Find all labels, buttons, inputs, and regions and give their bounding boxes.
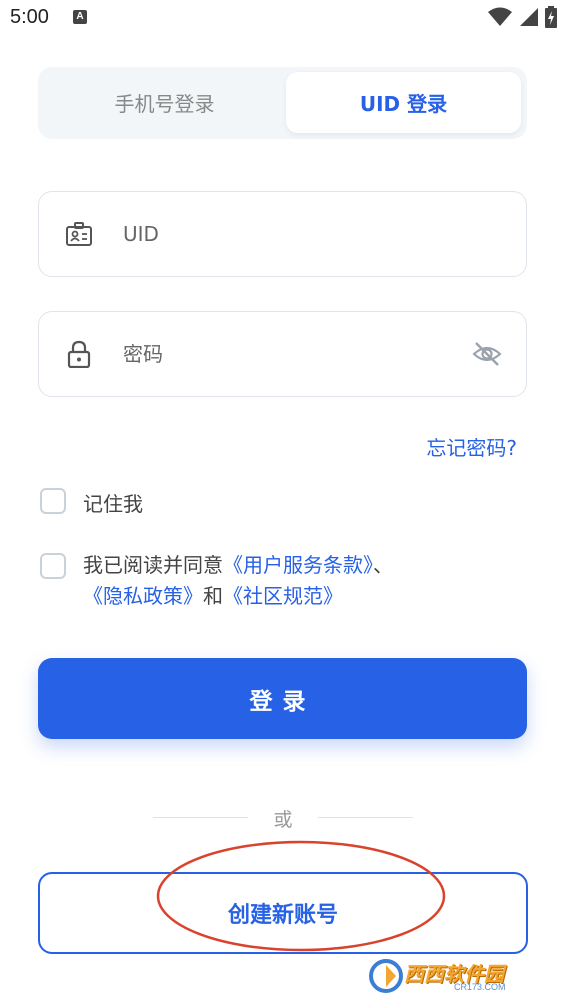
agreement-text: 我已阅读并同意《用户服务条款》、《隐私政策》和《社区规范》 — [83, 550, 483, 612]
status-icons — [487, 6, 557, 28]
password-field — [38, 311, 527, 397]
battery-icon — [545, 6, 557, 28]
wifi-icon — [488, 7, 512, 26]
eye-off-icon[interactable] — [471, 339, 503, 369]
status-bar: 5:00 A — [0, 0, 565, 36]
terms-of-service-link[interactable]: 《用户服务条款》 — [223, 553, 373, 577]
status-time: 5:00 — [10, 6, 49, 28]
login-method-tabs: 手机号登录 UID 登录 — [38, 67, 527, 139]
agreement-separator: 、 — [373, 553, 393, 577]
agreement-checkbox[interactable] — [40, 553, 66, 579]
signal-icon — [520, 8, 538, 26]
privacy-policy-link[interactable]: 《隐私政策》 — [83, 584, 203, 608]
remember-me-label: 记住我 — [83, 492, 143, 516]
id-card-icon — [66, 222, 92, 246]
forgot-password-link[interactable]: 忘记密码? — [426, 432, 517, 461]
notification-icon: A — [73, 10, 87, 24]
agreement-and: 和 — [203, 584, 223, 608]
community-rules-link[interactable]: 《社区规范》 — [223, 584, 343, 608]
tab-phone-login[interactable]: 手机号登录 — [43, 72, 286, 133]
divider-right — [318, 817, 413, 818]
agreement-prefix: 我已阅读并同意 — [83, 553, 223, 577]
uid-field — [38, 191, 527, 277]
remember-me-checkbox[interactable] — [40, 488, 66, 514]
watermark-subtext: CR173.COM — [454, 982, 506, 992]
password-input[interactable] — [123, 312, 453, 396]
login-button[interactable]: 登录 — [38, 658, 527, 739]
divider-left — [153, 817, 248, 818]
tab-uid-login[interactable]: UID 登录 — [286, 72, 521, 133]
annotation-ellipse — [156, 840, 446, 952]
uid-input[interactable] — [123, 192, 453, 276]
or-separator: 或 — [273, 809, 293, 831]
lock-icon — [67, 340, 91, 368]
